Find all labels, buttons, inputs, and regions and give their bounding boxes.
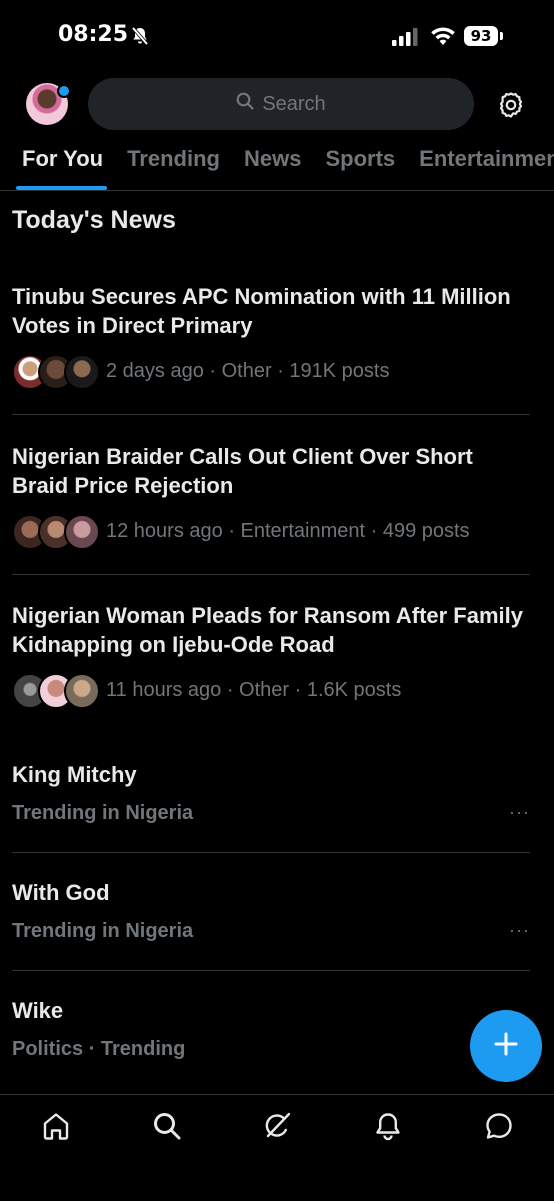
trend-context: Trending in Nigeria [12,802,194,824]
tab-trending[interactable]: Trending [115,138,232,190]
news-meta-text: 2 days ago · Other · 191K posts [106,359,390,382]
search-placeholder: Search [262,92,326,115]
grok-icon[interactable] [262,1111,292,1146]
bottom-navigation [0,1094,554,1201]
battery-indicator: 93 [464,26,498,46]
trend-item[interactable]: King Mitchy Trending in Nigeria ··· [12,762,542,825]
trend-name: Wike [12,998,64,1023]
status-time: 08:25 [58,22,129,47]
tab-entertainment[interactable]: Entertainment [407,138,554,190]
avatar-stack [12,514,100,550]
explore-tabs: For You Trending News Sports Entertainme… [0,138,554,191]
news-item[interactable]: Nigerian Braider Calls Out Client Over S… [12,442,530,550]
trend-context: Politics · Trending [12,1038,186,1060]
wifi-icon [430,26,456,51]
news-meta: 11 hours ago · Other · 1.6K posts [12,673,530,709]
avatar [64,354,100,390]
divider [12,574,530,575]
more-options-icon[interactable]: ··· [509,920,530,941]
cell-signal-icon [392,28,418,51]
settings-gear-icon[interactable] [496,90,526,125]
trend-item[interactable]: Wike Politics · Trending [12,998,542,1061]
news-item[interactable]: Nigerian Woman Pleads for Ransom After F… [12,601,530,709]
section-title: Today's News [12,206,176,234]
news-headline: Tinubu Secures APC Nomination with 11 Mi… [12,284,511,338]
notifications-icon[interactable] [374,1111,402,1146]
divider [12,414,530,415]
news-item[interactable]: Tinubu Secures APC Nomination with 11 Mi… [12,282,530,390]
plus-icon [493,1031,519,1062]
avatar [64,673,100,709]
compose-button[interactable] [470,1010,542,1082]
news-headline: Nigerian Braider Calls Out Client Over S… [12,444,473,498]
trend-name: King Mitchy [12,762,137,787]
messages-icon[interactable] [484,1111,514,1146]
more-options-icon[interactable]: ··· [509,802,530,823]
home-icon[interactable] [42,1111,70,1146]
avatar-stack [12,354,100,390]
divider [12,970,530,971]
avatar [64,514,100,550]
news-headline: Nigerian Woman Pleads for Ransom After F… [12,603,524,657]
status-bar: 08:25 93 [0,0,554,72]
battery-cap [500,32,503,40]
tab-news[interactable]: News [232,138,313,190]
trend-name: With God [12,880,110,905]
trend-context: Trending in Nigeria [12,920,194,942]
top-header: Search [0,78,554,134]
notification-dot [57,84,71,98]
search-icon[interactable] [152,1111,182,1146]
search-input[interactable]: Search [88,78,474,130]
news-meta-text: 11 hours ago · Other · 1.6K posts [106,678,402,701]
news-meta-text: 12 hours ago · Entertainment · 499 posts [106,519,470,542]
trend-item[interactable]: With God Trending in Nigeria ··· [12,880,542,943]
news-meta: 12 hours ago · Entertainment · 499 posts [12,514,530,550]
tab-for-you[interactable]: For You [0,138,115,190]
silent-bell-icon [130,26,150,51]
avatar-stack [12,673,100,709]
search-icon [236,92,254,116]
tab-sports[interactable]: Sports [313,138,407,190]
divider [12,852,530,853]
news-meta: 2 days ago · Other · 191K posts [12,354,530,390]
